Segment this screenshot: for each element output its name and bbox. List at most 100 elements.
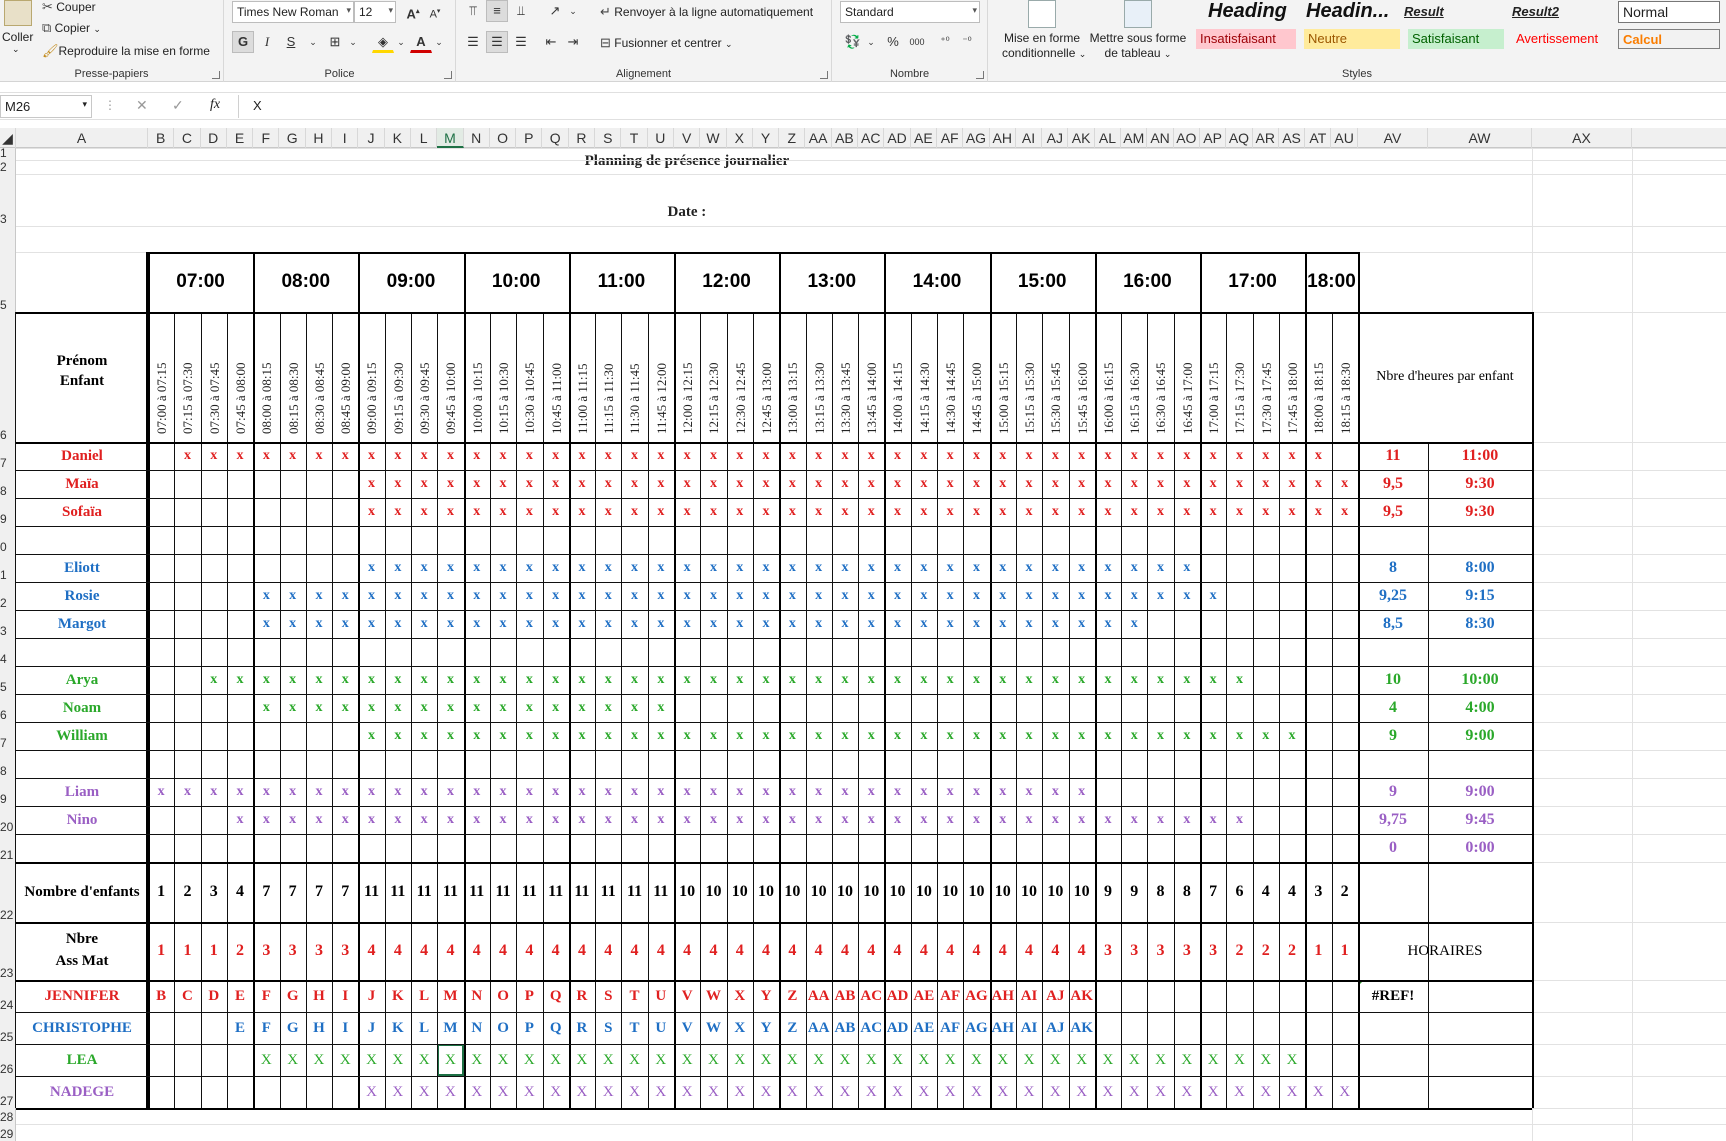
presence-mark[interactable]: x bbox=[911, 778, 937, 806]
row-header[interactable]: 4 bbox=[0, 652, 16, 666]
presence-mark[interactable]: x bbox=[1095, 666, 1121, 694]
presence-mark[interactable]: x bbox=[990, 442, 1016, 470]
sheet-title[interactable]: Planning de présence journalier bbox=[16, 150, 1358, 172]
hour-header[interactable]: 13:00 bbox=[779, 252, 884, 312]
staff-mark[interactable]: K bbox=[385, 980, 411, 1012]
staff-mark[interactable]: F bbox=[253, 980, 279, 1012]
presence-mark[interactable]: x bbox=[884, 470, 910, 498]
presence-mark[interactable]: x bbox=[963, 442, 989, 470]
presence-mark[interactable]: x bbox=[595, 610, 621, 638]
presence-mark[interactable]: x bbox=[806, 610, 832, 638]
presence-mark[interactable]: x bbox=[884, 582, 910, 610]
presence-mark[interactable]: x bbox=[937, 554, 963, 582]
presence-mark[interactable]: x bbox=[543, 554, 569, 582]
presence-mark[interactable]: x bbox=[1016, 554, 1042, 582]
presence-mark[interactable]: x bbox=[858, 722, 884, 750]
assmat-count[interactable]: 4 bbox=[490, 922, 516, 980]
presence-mark[interactable]: x bbox=[1226, 442, 1252, 470]
presence-mark[interactable]: x bbox=[1253, 442, 1279, 470]
borders-dropdown-icon[interactable]: ⌄ bbox=[342, 31, 364, 53]
time-slot-header[interactable]: 17:30 à 17:45 bbox=[1259, 363, 1275, 435]
presence-mark[interactable]: x bbox=[963, 778, 989, 806]
presence-mark[interactable]: x bbox=[306, 582, 332, 610]
presence-mark[interactable]: x bbox=[306, 778, 332, 806]
assmat-count[interactable]: 2 bbox=[1253, 922, 1279, 980]
assmat-count[interactable]: 4 bbox=[569, 922, 595, 980]
presence-mark[interactable]: x bbox=[700, 722, 726, 750]
presence-mark[interactable]: x bbox=[227, 806, 253, 834]
time-slot-header[interactable]: 09:00 à 09:15 bbox=[364, 363, 380, 435]
presence-mark[interactable]: x bbox=[1121, 470, 1147, 498]
presence-mark[interactable]: x bbox=[700, 442, 726, 470]
staff-mark[interactable]: X bbox=[1016, 1076, 1042, 1108]
presence-mark[interactable]: x bbox=[543, 610, 569, 638]
child-header[interactable]: Enfant bbox=[16, 370, 148, 392]
presence-mark[interactable]: x bbox=[674, 666, 700, 694]
staff-mark[interactable]: X bbox=[332, 1044, 358, 1076]
time-slot-header[interactable]: 13:30 à 13:45 bbox=[838, 363, 854, 435]
presence-mark[interactable]: x bbox=[779, 666, 805, 694]
presence-mark[interactable]: x bbox=[464, 470, 490, 498]
presence-mark[interactable]: x bbox=[937, 442, 963, 470]
staff-mark[interactable]: X bbox=[832, 1076, 858, 1108]
presence-mark[interactable]: x bbox=[1095, 610, 1121, 638]
time-slot-header[interactable]: 12:00 à 12:15 bbox=[680, 363, 696, 435]
presence-mark[interactable]: x bbox=[700, 470, 726, 498]
staff-mark[interactable]: X bbox=[1253, 1044, 1279, 1076]
column-header-l[interactable]: L bbox=[411, 128, 438, 148]
child-hours[interactable]: 10 bbox=[1358, 666, 1428, 694]
presence-mark[interactable]: x bbox=[306, 806, 332, 834]
presence-mark[interactable]: x bbox=[1042, 806, 1068, 834]
presence-mark[interactable]: x bbox=[543, 778, 569, 806]
children-count[interactable]: 11 bbox=[595, 862, 621, 922]
percent-button[interactable]: % bbox=[882, 31, 904, 53]
children-count[interactable]: 6 bbox=[1226, 862, 1252, 922]
staff-mark[interactable]: X bbox=[700, 1044, 726, 1076]
staff-mark[interactable]: X bbox=[1042, 1076, 1068, 1108]
staff-mark[interactable]: G bbox=[280, 980, 306, 1012]
presence-mark[interactable]: x bbox=[280, 778, 306, 806]
presence-mark[interactable]: x bbox=[648, 470, 674, 498]
presence-mark[interactable]: x bbox=[332, 806, 358, 834]
assmat-count[interactable]: 1 bbox=[201, 922, 227, 980]
presence-mark[interactable]: x bbox=[806, 666, 832, 694]
time-slot-header[interactable]: 10:15 à 10:30 bbox=[496, 363, 512, 435]
presence-mark[interactable]: x bbox=[648, 666, 674, 694]
presence-mark[interactable]: x bbox=[332, 442, 358, 470]
time-slot-header[interactable]: 08:15 à 08:30 bbox=[286, 363, 302, 435]
column-header-ah[interactable]: AH bbox=[990, 128, 1016, 148]
presence-mark[interactable]: x bbox=[1069, 442, 1095, 470]
presence-mark[interactable]: x bbox=[806, 722, 832, 750]
presence-mark[interactable]: x bbox=[411, 554, 437, 582]
staff-mark[interactable]: X bbox=[543, 1076, 569, 1108]
time-slot-header[interactable]: 09:30 à 09:45 bbox=[417, 363, 433, 435]
column-header-af[interactable]: AF bbox=[937, 128, 964, 148]
presence-mark[interactable]: x bbox=[569, 694, 595, 722]
assmat-count[interactable]: 4 bbox=[990, 922, 1016, 980]
staff-mark[interactable]: O bbox=[490, 1012, 516, 1044]
presence-mark[interactable]: x bbox=[1016, 778, 1042, 806]
presence-mark[interactable]: x bbox=[990, 722, 1016, 750]
presence-mark[interactable]: x bbox=[1174, 442, 1200, 470]
presence-mark[interactable]: x bbox=[1095, 582, 1121, 610]
presence-mark[interactable]: x bbox=[543, 694, 569, 722]
presence-mark[interactable]: x bbox=[911, 442, 937, 470]
time-slot-header[interactable]: 16:15 à 16:30 bbox=[1127, 363, 1143, 435]
staff-mark[interactable]: X bbox=[858, 1076, 884, 1108]
staff-mark[interactable]: X bbox=[1253, 1076, 1279, 1108]
children-count[interactable]: 10 bbox=[700, 862, 726, 922]
staff-mark[interactable]: AG bbox=[963, 1012, 989, 1044]
staff-mark[interactable]: AI bbox=[1016, 1012, 1042, 1044]
staff-mark[interactable]: X bbox=[1069, 1044, 1095, 1076]
children-count[interactable]: 10 bbox=[1016, 862, 1042, 922]
children-count[interactable]: 10 bbox=[911, 862, 937, 922]
presence-mark[interactable]: x bbox=[648, 498, 674, 526]
style-warning[interactable]: Avertissement bbox=[1512, 29, 1612, 49]
column-header-m[interactable]: M bbox=[437, 128, 464, 148]
children-count[interactable]: 9 bbox=[1121, 862, 1147, 922]
time-slot-header[interactable]: 07:00 à 07:15 bbox=[154, 363, 170, 435]
presence-mark[interactable]: x bbox=[411, 498, 437, 526]
staff-mark[interactable]: X bbox=[884, 1076, 910, 1108]
child-hours[interactable]: 9,5 bbox=[1358, 470, 1428, 498]
presence-mark[interactable]: x bbox=[727, 470, 753, 498]
